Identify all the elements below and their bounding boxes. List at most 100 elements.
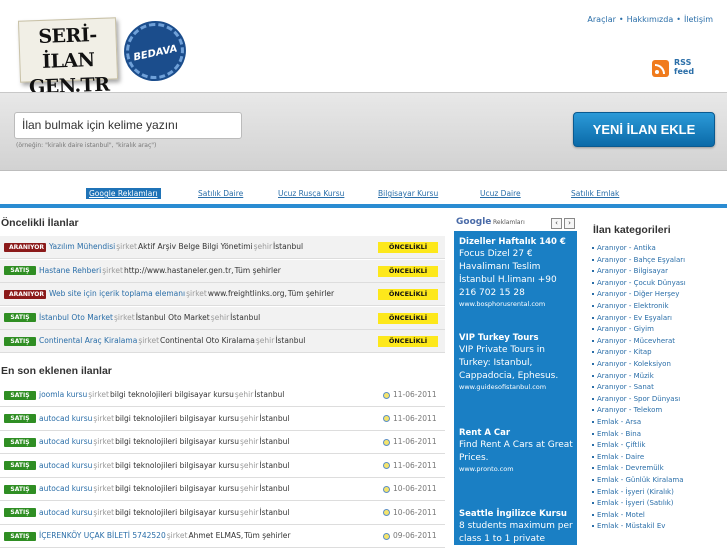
category-link[interactable]: Emlak - Çiftlik	[592, 440, 645, 450]
category-link[interactable]: Aranıyor - Sanat	[592, 382, 654, 392]
company-label: şirket	[93, 507, 115, 517]
ad-url[interactable]: www.pronto.com	[459, 465, 575, 474]
listing-date: 11-06-2011	[383, 431, 437, 453]
category-link[interactable]: Aranıyor - Koleksiyon	[592, 359, 671, 369]
category-label: Emlak - Bina	[597, 429, 641, 438]
toplink-araclar[interactable]: Araçlar	[587, 15, 615, 24]
toplink-iletisim[interactable]: İletişim	[684, 15, 713, 24]
site-logo[interactable]: SERİ-İLAN GEN.TR	[17, 17, 119, 98]
city-name: İstanbul	[275, 336, 306, 345]
category-link[interactable]: Aranıyor - Bahçe Eşyaları	[592, 255, 685, 265]
category-link[interactable]: Aranıyor - Antika	[592, 243, 656, 253]
category-link[interactable]: Aranıyor - Ev Eşyaları	[592, 313, 672, 323]
bullet-icon	[592, 247, 594, 249]
google-ad[interactable]: Seattle İngilizce Kursu 8 students maximu…	[459, 508, 575, 546]
latest-row[interactable]: SATIŞ autocad kursuşirketbilgi teknolojil…	[0, 455, 445, 478]
bullet-icon	[592, 432, 594, 435]
category-link[interactable]: Emlak - Günlük Kiralama	[592, 475, 684, 485]
priority-row[interactable]: SATIŞ Continental Araç KiralamaşirketCont…	[0, 330, 445, 353]
category-link[interactable]: Aranıyor - Telekom	[592, 405, 662, 415]
google-ad[interactable]: Rent A Car Find Rent A Cars at Great Pric…	[459, 427, 575, 474]
category-link[interactable]: Aranıyor - Çocuk Dünyası	[592, 278, 686, 288]
ad-headline[interactable]: Rent A Car	[459, 427, 575, 439]
category-link[interactable]: Emlak - İşyeri (Satılık)	[592, 498, 674, 508]
listing-title-link[interactable]: autocad kursu	[39, 508, 92, 517]
listing-title-link[interactable]: Web site için içerik toplama elemanı	[49, 289, 185, 298]
priority-row[interactable]: SATIŞ İstanbul Oto Marketşirketİstanbul O…	[0, 306, 445, 330]
ad-url[interactable]: www.guidesofistanbul.com	[459, 383, 575, 392]
rss-feed-link[interactable]: RSS feed	[652, 57, 714, 77]
add-new-listing-button[interactable]: YENİ İLAN EKLE	[573, 112, 715, 147]
priority-row[interactable]: ARANIYOR Yazılım MühendisişirketAktif Arş…	[0, 236, 445, 259]
city-label: şehir	[239, 507, 259, 517]
google-ads-column: Google Reklamları ‹ › Dizeller Haftalık …	[454, 216, 577, 545]
toplink-hakkimizda[interactable]: Hakkımızda	[627, 15, 674, 24]
category-link[interactable]: Emlak - Motel	[592, 510, 645, 520]
top-links: Araçlar • Hakkımızda • İletişim	[587, 15, 713, 24]
category-link[interactable]: Emlak - Devremülk	[592, 463, 664, 473]
latest-row[interactable]: SATIŞ autocad kursuşirketbilgi teknolojil…	[0, 431, 445, 454]
category-link[interactable]: Aranıyor - Mücevherat	[592, 336, 675, 346]
listing-title-link[interactable]: İÇERENKÖY UÇAK BİLETİ 5742520	[39, 531, 166, 540]
listing-title-link[interactable]: autocad kursu	[39, 437, 92, 446]
latest-row[interactable]: SATIŞ autocad kursuşirketbilgi teknolojil…	[0, 408, 445, 431]
category-link[interactable]: Emlak - Bina	[592, 429, 641, 439]
category-label: Emlak - Müstakil Ev	[597, 522, 666, 531]
bullet-icon	[592, 490, 594, 493]
category-link[interactable]: Aranıyor - Bilgisayar	[592, 266, 668, 276]
listing-title-link[interactable]: autocad kursu	[39, 461, 92, 470]
listing-title-link[interactable]: autocad kursu	[39, 484, 92, 493]
listing-title-link[interactable]: İstanbul Oto Market	[39, 313, 113, 322]
ad-body: Focus Dizel 27 € Havalimanı Teslim İstan…	[459, 249, 557, 298]
company-name: İstanbul Oto Market	[135, 312, 210, 322]
category-link[interactable]: Aranıyor - Kitap	[592, 347, 652, 357]
ads-label: Reklamları	[493, 219, 525, 226]
ad-link[interactable]: Satılık Daire	[198, 189, 243, 198]
listing-title-link[interactable]: Continental Araç Kiralama	[39, 336, 137, 345]
listing-type-badge: SATIŞ	[4, 266, 36, 275]
priority-row[interactable]: ARANIYOR Web site için içerik toplama ele…	[0, 283, 445, 306]
ad-link[interactable]: Satılık Emlak	[571, 189, 619, 198]
city-name: İstanbul	[259, 507, 290, 517]
category-link[interactable]: Emlak - Daire	[592, 452, 644, 462]
clock-icon	[383, 532, 390, 540]
category-label: Emlak - Çiftlik	[597, 441, 646, 450]
ad-url[interactable]: www.bosphorusrental.com	[459, 300, 575, 309]
category-link[interactable]: Aranıyor - Giyim	[592, 324, 654, 334]
bullet-icon	[592, 467, 594, 470]
listing-title-link[interactable]: autocad kursu	[39, 414, 92, 423]
listing-title-link[interactable]: Yazılım Mühendisi	[49, 242, 115, 251]
priority-row[interactable]: SATIŞ Hastane Rehberişirkethttp://www.has…	[0, 259, 445, 283]
category-link[interactable]: Aranıyor - Elektronik	[592, 301, 669, 311]
category-link[interactable]: Aranıyor - Spor Dünyası	[592, 394, 680, 404]
listing-title-link[interactable]: joomla kursu	[39, 390, 87, 399]
ad-headline[interactable]: VIP Turkey Tours	[459, 332, 575, 344]
category-label: Emlak - Motel	[597, 510, 645, 519]
ad-link[interactable]: Ucuz Daire	[480, 189, 521, 198]
category-link[interactable]: Aranıyor - Müzik	[592, 371, 654, 381]
ad-headline[interactable]: Seattle İngilizce Kursu	[459, 508, 575, 520]
category-link[interactable]: Emlak - Arsa	[592, 417, 641, 427]
ad-link[interactable]: Ucuz Rusça Kursu	[278, 189, 344, 198]
company-label: şirket	[93, 460, 115, 470]
priority-badge: ÖNCELİKLİ	[378, 336, 438, 347]
category-link[interactable]: Emlak - Müstakil Ev	[592, 521, 665, 531]
latest-row[interactable]: SATIŞ autocad kursuşirketbilgi teknolojil…	[0, 502, 445, 525]
google-ads-label[interactable]: Google Reklamları	[86, 188, 161, 199]
latest-row[interactable]: SATIŞ joomla kursuşirketbilgi teknolojile…	[0, 384, 445, 407]
google-ad[interactable]: VIP Turkey Tours VIP Private Tours in Tur…	[459, 332, 575, 392]
next-arrow-icon[interactable]: ›	[564, 218, 575, 229]
ad-headline[interactable]: Dizeller Haftalık 140 €	[459, 236, 575, 248]
listing-title-link[interactable]: Hastane Rehberi	[39, 266, 101, 275]
date-text: 10-06-2011	[393, 507, 437, 517]
bullet-icon	[592, 444, 594, 447]
category-link[interactable]: Aranıyor - Diğer Herşey	[592, 289, 679, 299]
city-label: şehir	[239, 413, 259, 423]
google-ad[interactable]: Dizeller Haftalık 140 € Focus Dizel 27 € …	[459, 236, 575, 309]
ad-link[interactable]: Bilgisayar Kursu	[378, 189, 438, 198]
search-input[interactable]: İlan bulmak için kelime yazını	[14, 112, 242, 139]
prev-arrow-icon[interactable]: ‹	[551, 218, 562, 229]
city-name: Tüm şehirler	[234, 265, 281, 275]
category-link[interactable]: Emlak - İşyeri (Kiralık)	[592, 487, 674, 497]
latest-row[interactable]: SATIŞ autocad kursuşirketbilgi teknolojil…	[0, 478, 445, 501]
